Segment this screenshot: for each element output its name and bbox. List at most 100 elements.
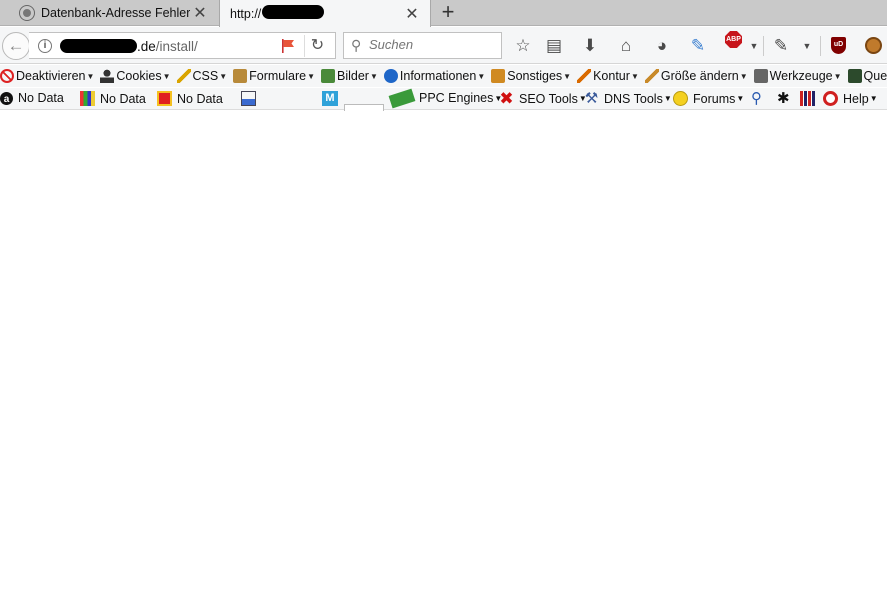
forums-label: Forums: [693, 91, 736, 106]
webdev-menu-3[interactable]: Formulare ▼: [233, 69, 315, 83]
download-icon[interactable]: ⬇: [579, 35, 601, 57]
alexa-value: No Data: [100, 91, 146, 106]
webdev-menu-label: Informationen: [399, 69, 477, 83]
seo-tools-menu[interactable]: ✖ SEO Tools ▼: [499, 89, 586, 108]
m-icon[interactable]: M: [322, 91, 338, 106]
chevron-down-icon: ▼: [563, 71, 572, 81]
search-bar[interactable]: ⚲: [343, 32, 502, 59]
spider-button[interactable]: ✱: [777, 91, 797, 106]
url-bar[interactable]: i .de/install/ ↻: [29, 32, 336, 59]
webdev-menu-label: Sonstiges: [507, 69, 563, 83]
close-tab-icon[interactable]: ✕: [402, 4, 422, 24]
webdev-menu-5[interactable]: Informationen ▼: [383, 69, 486, 83]
webdev-menu-label: Bilder: [337, 69, 369, 83]
amazon-value: No Data: [18, 91, 64, 105]
box-icon: [491, 69, 506, 83]
reload-icon[interactable]: ↻: [304, 35, 330, 57]
tab-datenbank[interactable]: Datenbank-Adresse Fehler... ✕: [0, 0, 218, 26]
puzzle-icon: ✖: [499, 89, 514, 108]
ublock-icon[interactable]: uD: [831, 37, 846, 54]
forums-menu[interactable]: Forums ▼: [673, 91, 744, 106]
chevron-down-icon: ▼: [630, 71, 639, 81]
chevron-down-icon: ▼: [833, 71, 842, 81]
pencil-icon: [577, 69, 592, 83]
webdev-menu-4[interactable]: Bilder ▼: [321, 69, 378, 83]
redaction-mark: [262, 5, 324, 19]
chart-icon: [241, 91, 256, 106]
back-button[interactable]: ←: [2, 32, 30, 60]
chevron-down-icon[interactable]: ▼: [743, 35, 765, 57]
redaction-mark: [60, 39, 137, 53]
site-info-icon[interactable]: i: [38, 39, 52, 53]
flag-icon[interactable]: [280, 38, 296, 54]
bookmarks-list-icon[interactable]: ▤: [543, 35, 565, 57]
ruler-icon: [644, 69, 659, 83]
tab-strip: Datenbank-Adresse Fehler... ✕ http:// .d…: [0, 0, 887, 27]
webdev-menu-1[interactable]: Cookies ▼: [100, 69, 171, 83]
bookmark-star-icon[interactable]: ☆: [512, 35, 534, 57]
amazon-rank[interactable]: a No Data: [0, 91, 64, 105]
chevron-down-icon[interactable]: ▼: [796, 35, 818, 57]
dns-tools-label: DNS Tools: [604, 91, 663, 106]
url-text[interactable]: .de/install/: [137, 39, 198, 54]
info-icon: [383, 69, 398, 83]
webdev-menu-2[interactable]: CSS ▼: [176, 69, 228, 83]
webdev-menu-0[interactable]: Deaktivieren ▼: [0, 69, 94, 83]
adblock-plus-icon[interactable]: ABP: [725, 31, 742, 48]
help-label: Help: [843, 91, 869, 106]
help-menu[interactable]: Help ▼: [823, 91, 878, 106]
no-entry-icon: [0, 69, 14, 83]
bars-icon: [800, 91, 815, 106]
webdev-menu-label: Werkzeuge: [769, 69, 833, 83]
site-favicon-icon: [20, 6, 34, 20]
search-tool-button[interactable]: ⚲: [751, 91, 771, 106]
webdev-menu-6[interactable]: Sonstiges ▼: [491, 69, 571, 83]
clipboard-icon: [233, 69, 248, 83]
close-tab-icon[interactable]: ✕: [190, 3, 210, 23]
pocket-icon[interactable]: ◕: [651, 35, 673, 57]
webdev-menu-10[interactable]: Quelltext an: [847, 69, 887, 83]
webdev-menu-8[interactable]: Größe ändern ▼: [644, 69, 748, 83]
chevron-down-icon: ▼: [307, 71, 316, 81]
search-icon: ⚲: [351, 37, 362, 53]
chevron-down-icon: ▼: [162, 71, 171, 81]
webdev-menu-label: CSS: [192, 69, 219, 83]
webdev-menu-label: Formulare: [249, 69, 307, 83]
chevron-down-icon: ▼: [477, 71, 486, 81]
magnifier-icon: ⚲: [751, 90, 762, 107]
dns-tools-menu[interactable]: ⚒ DNS Tools ▼: [584, 91, 672, 106]
home-icon[interactable]: ⌂: [615, 35, 637, 57]
chevron-down-icon: ▼: [369, 71, 378, 81]
alexa-rank[interactable]: No Data: [80, 91, 146, 106]
image-icon: [321, 69, 336, 83]
webdev-menu-7[interactable]: Kontur ▼: [577, 69, 639, 83]
ppc-engines-menu[interactable]: PPC Engines ▼: [388, 88, 502, 108]
chevron-down-icon: ▼: [739, 71, 748, 81]
divider: [820, 36, 821, 56]
ppc-engines-label: PPC Engines: [419, 91, 494, 105]
greasemonkey-icon[interactable]: [865, 37, 882, 54]
divider: [763, 36, 764, 56]
tab-title: Datenbank-Adresse Fehler...: [41, 6, 190, 20]
new-tab-button[interactable]: +: [437, 1, 459, 23]
seo-toolbar: a No Data No Data No Data M PPC Engines ▼…: [0, 88, 887, 112]
webdev-menu-label: Größe ändern: [660, 69, 739, 83]
chevron-down-icon: ▼: [86, 71, 95, 81]
eyedropper-icon[interactable]: ✎: [770, 35, 792, 57]
stats-bars-button[interactable]: [800, 91, 820, 106]
ranking-value: No Data: [177, 91, 223, 106]
person-icon: [100, 69, 115, 83]
webdev-menu-label: Cookies: [116, 69, 162, 83]
tab-install[interactable]: http:// .de/install/ ✕: [219, 0, 431, 27]
alexa-icon: [80, 91, 95, 106]
webdev-menu-9[interactable]: Werkzeuge ▼: [753, 69, 842, 83]
extension-note-icon[interactable]: ✎: [687, 35, 709, 57]
search-input[interactable]: [369, 37, 494, 52]
tools-icon: [753, 69, 768, 83]
chevron-down-icon: ▼: [219, 71, 228, 81]
stats-button[interactable]: [241, 91, 261, 106]
webdev-menu-label: Deaktivieren: [16, 69, 86, 83]
pencil-icon: [176, 69, 191, 83]
webdev-menu-label: Quelltext an: [863, 69, 887, 83]
ranking-rank[interactable]: No Data: [157, 91, 223, 106]
